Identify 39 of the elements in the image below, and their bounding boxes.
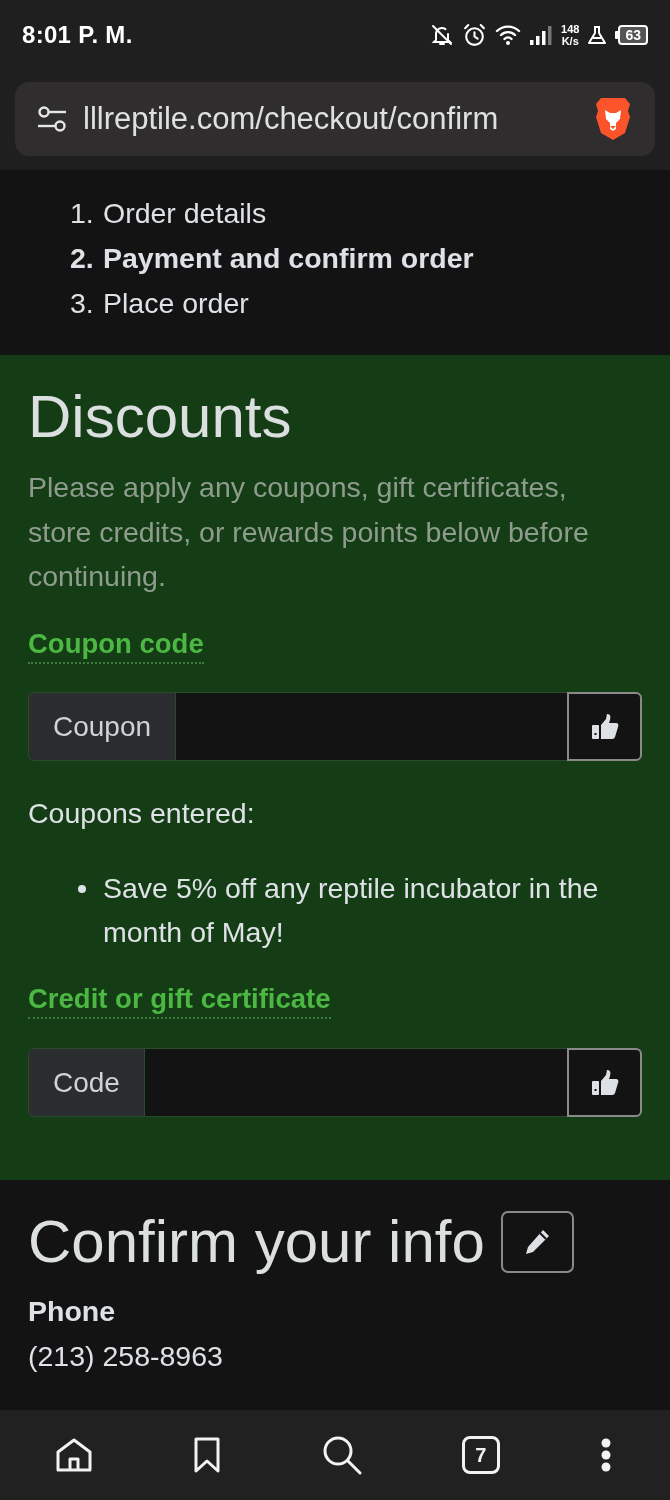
field-value: (213) 258-8963 — [28, 1339, 224, 1374]
checkout-step: 1. Order details — [70, 191, 670, 236]
tabs-button[interactable]: 7 — [461, 1436, 500, 1474]
coupon-item-text: Save 5% off any reptile incubator in the month of May! — [103, 871, 600, 951]
section-heading: Discounts — [28, 383, 293, 450]
status-time: 8:01 P. M. — [22, 20, 133, 50]
bullet-icon — [78, 885, 86, 894]
battery-indicator: 63 — [615, 25, 648, 45]
edit-button[interactable] — [500, 1211, 574, 1273]
field-label: Phone — [28, 1294, 117, 1329]
gift-certificate-field[interactable] — [143, 1048, 568, 1117]
description-text: Please apply any coupons, gift certificates, store credits, or rewards points below before continuing. — [28, 470, 590, 594]
thumbs-up-icon — [590, 1069, 619, 1096]
checkout-step: 3. Place order — [70, 281, 670, 326]
home-icon[interactable] — [55, 1437, 93, 1473]
network-speed: 148 — [561, 23, 580, 35]
thumbs-up-icon — [590, 713, 619, 740]
signal-icon — [529, 25, 554, 45]
pencil-icon — [523, 1228, 552, 1256]
apply-code-button[interactable] — [567, 1048, 642, 1117]
wifi-icon — [495, 24, 522, 46]
section-heading: Confirm your info — [28, 1207, 485, 1277]
gift-certificate-label: Credit or gift certificate — [28, 980, 331, 1020]
more-menu-icon[interactable] — [600, 1438, 612, 1472]
bell-off-icon — [430, 23, 455, 47]
search-icon[interactable] — [321, 1435, 362, 1475]
alarm-clock-icon — [462, 22, 488, 48]
coupons-entered-label: Coupons entered: — [28, 796, 256, 832]
coupon-code-field[interactable] — [175, 692, 568, 762]
coupon-code-prefix-label: Coupon — [28, 692, 177, 762]
bookmark-icon[interactable] — [193, 1437, 222, 1473]
gift-certificate-prefix-label: Code — [28, 1048, 145, 1117]
network-speed-unit: K/s — [561, 35, 580, 47]
shield-logo-icon[interactable] — [593, 96, 633, 142]
checkout-step: 2. Payment and confirm order — [70, 236, 670, 281]
flask-icon — [587, 25, 608, 45]
apply-coupon-button[interactable] — [567, 692, 642, 762]
sliders-icon[interactable] — [37, 105, 67, 133]
coupon-code-label: Coupon code — [28, 624, 204, 664]
